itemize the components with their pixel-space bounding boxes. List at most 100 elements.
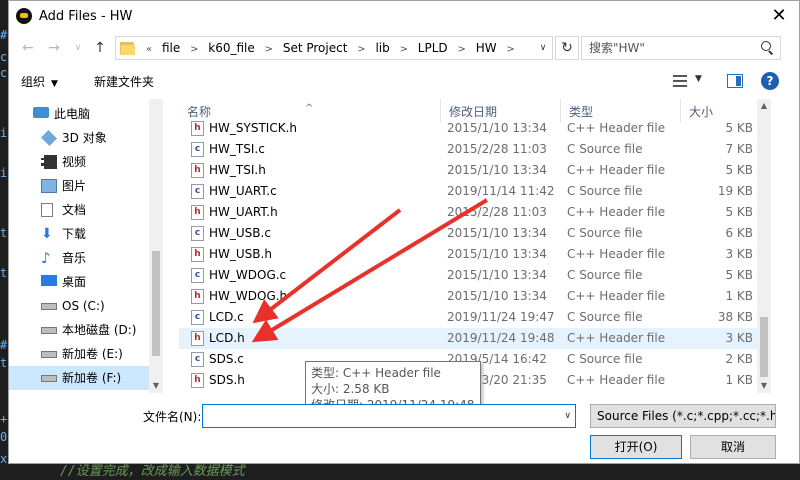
new-folder-button[interactable]: 新建文件夹: [94, 73, 154, 90]
scroll-up-icon[interactable]: ▲: [757, 99, 771, 113]
nav-item[interactable]: 新加卷 (E:): [9, 342, 149, 366]
nav-item[interactable]: 视频: [9, 150, 149, 174]
back-arrow-icon[interactable]: ←: [17, 37, 39, 59]
nav-item[interactable]: 3D 对象: [9, 126, 149, 150]
file-type: C++ Header file: [567, 121, 666, 135]
breadcrumb-item[interactable]: k60_file: [208, 41, 255, 55]
cancel-button[interactable]: 取消: [690, 435, 776, 459]
file-date: 2015/2/28 11:03: [447, 142, 547, 156]
header-file-icon: h: [191, 289, 204, 304]
breadcrumb-item[interactable]: file: [162, 41, 180, 55]
nav-item[interactable]: 新加卷 (F:): [9, 366, 149, 390]
title-bar: Add Files - HW ✕: [9, 1, 799, 32]
nav-item[interactable]: OS (C:): [9, 294, 149, 318]
preview-pane-icon[interactable]: [727, 74, 743, 88]
scrollbar-thumb[interactable]: [760, 317, 768, 377]
chevron-down-icon[interactable]: ∨: [564, 411, 571, 421]
chevron-right-icon[interactable]: >: [457, 44, 465, 55]
nav-item-label: 本地磁盘 (D:): [62, 323, 137, 337]
nav-item[interactable]: 此电脑: [9, 102, 149, 126]
breadcrumb-item[interactable]: LPLD: [418, 41, 448, 55]
recent-dropdown-icon[interactable]: ∨: [67, 37, 89, 59]
file-list-scrollbar[interactable]: ▲ ▼: [757, 99, 771, 393]
nav-item-label: 桌面: [62, 275, 87, 289]
search-input[interactable]: [582, 37, 760, 59]
source-file-icon: c: [191, 226, 204, 241]
file-list: 名称 ^ 修改日期 类型 大小 h HW_SYSTICK.h 2015/1/10 13…: [179, 99, 757, 393]
filename-combobox[interactable]: ∨: [202, 404, 576, 428]
file-row[interactable]: h HW_TSI.h 2015/1/10 13:34 C++ Header file 5…: [179, 160, 757, 181]
file-date: 2015/1/10 13:34: [447, 289, 547, 303]
tooltip-type: 类型: C++ Header file: [311, 366, 441, 380]
filename-input[interactable]: [203, 405, 555, 427]
chevron-right-icon[interactable]: >: [400, 44, 408, 55]
file-row[interactable]: h HW_UART.h 2015/2/28 11:03 C++ Header file…: [179, 202, 757, 223]
drive-icon: [41, 303, 57, 310]
file-row[interactable]: c HW_TSI.c 2015/2/28 11:03 C Source file 7 K…: [179, 139, 757, 160]
breadcrumb-item[interactable]: Set Project: [283, 41, 348, 55]
chevron-right-icon[interactable]: >: [190, 44, 198, 55]
nav-item[interactable]: 文档: [9, 198, 149, 222]
open-button[interactable]: 打开(O): [590, 435, 682, 459]
file-row[interactable]: c LCD.c 2019/11/24 19:47 C Source file 38 KB: [179, 307, 757, 328]
caret-down-icon[interactable]: ▼: [695, 74, 702, 84]
file-type: C Source file: [567, 226, 643, 240]
header-file-icon: h: [191, 373, 204, 388]
file-row[interactable]: h HW_WDOG.h 2015/1/10 13:34 C++ Header file…: [179, 286, 757, 307]
header-file-icon: h: [191, 331, 204, 346]
file-size: 3 KB: [725, 331, 753, 345]
file-date: 2015/1/10 13:34: [447, 121, 547, 135]
search-box[interactable]: [581, 36, 781, 60]
document-icon: [41, 203, 53, 217]
address-bar[interactable]: « file > k60_file > Set Project > lib > …: [115, 36, 553, 60]
scroll-down-icon[interactable]: ▼: [149, 379, 163, 393]
nav-item[interactable]: ⬇ 下载: [9, 222, 149, 246]
nav-item-label: 此电脑: [54, 107, 91, 121]
file-date: 2019/11/14 11:42: [447, 184, 555, 198]
nav-item-label: 3D 对象: [62, 131, 107, 145]
desktop-icon: [41, 275, 57, 286]
file-name: SDS.c: [209, 352, 244, 366]
chevron-right-icon[interactable]: >: [506, 44, 514, 55]
file-row[interactable]: h HW_SYSTICK.h 2015/1/10 13:34 C++ Header f…: [179, 118, 757, 139]
scrollbar-thumb[interactable]: [152, 251, 160, 356]
forward-arrow-icon[interactable]: →: [43, 37, 65, 59]
scroll-down-icon[interactable]: ▼: [757, 379, 771, 393]
file-row[interactable]: h LCD.h 2019/11/24 19:48 C++ Header file 3 K…: [179, 328, 757, 349]
file-size: 5 KB: [725, 163, 753, 177]
drive-icon: [41, 351, 57, 358]
nav-item[interactable]: 本地磁盘 (D:): [9, 318, 149, 342]
organize-button[interactable]: 组织 ▼: [21, 73, 58, 90]
nav-item-label: 音乐: [62, 251, 87, 265]
tooltip-size: 大小: 2.58 KB: [311, 382, 390, 396]
video-icon: [41, 155, 57, 169]
refresh-icon[interactable]: ↻: [555, 36, 579, 60]
breadcrumb-overflow[interactable]: «: [146, 44, 152, 55]
file-type: C++ Header file: [567, 289, 666, 303]
nav-item[interactable]: 桌面: [9, 270, 149, 294]
help-icon[interactable]: ?: [761, 72, 779, 90]
address-row: ← → ∨ ↑ « file > k60_file > Set Project …: [9, 34, 799, 62]
nav-item[interactable]: ♪ 音乐: [9, 246, 149, 270]
nav-scrollbar[interactable]: ▼: [149, 99, 163, 393]
nav-item[interactable]: 图片: [9, 174, 149, 198]
view-list-icon[interactable]: [673, 74, 687, 88]
file-row[interactable]: c HW_WDOG.c 2015/1/10 13:34 C Source file 5 …: [179, 265, 757, 286]
breadcrumb-item[interactable]: lib: [375, 41, 389, 55]
nav-item-label: 视频: [62, 155, 87, 169]
up-arrow-icon[interactable]: ↑: [89, 37, 111, 59]
chevron-right-icon[interactable]: >: [357, 44, 365, 55]
file-row[interactable]: h HW_USB.h 2015/1/10 13:34 C++ Header file 3…: [179, 244, 757, 265]
search-icon[interactable]: [761, 41, 775, 55]
file-type-filter[interactable]: Source Files (*.c;*.cpp;*.cc;*.h: [590, 404, 776, 428]
chevron-down-icon[interactable]: ∨: [534, 37, 552, 59]
file-type: C Source file: [567, 268, 643, 282]
breadcrumb-item[interactable]: HW: [476, 41, 497, 55]
file-row[interactable]: c HW_UART.c 2019/11/14 11:42 C Source file 1…: [179, 181, 757, 202]
file-date: 2015/1/10 13:34: [447, 163, 547, 177]
file-row[interactable]: c HW_USB.c 2015/1/10 13:34 C Source file 6 K…: [179, 223, 757, 244]
chevron-right-icon[interactable]: >: [265, 44, 273, 55]
close-button[interactable]: ✕: [759, 1, 799, 32]
navigation-pane: 此电脑 3D 对象视频图片 文档 ⬇ 下载 ♪ 音乐桌面 OS (C:) 本地磁盘 (D:) 新加…: [9, 99, 163, 393]
file-size: 38 KB: [717, 310, 753, 324]
